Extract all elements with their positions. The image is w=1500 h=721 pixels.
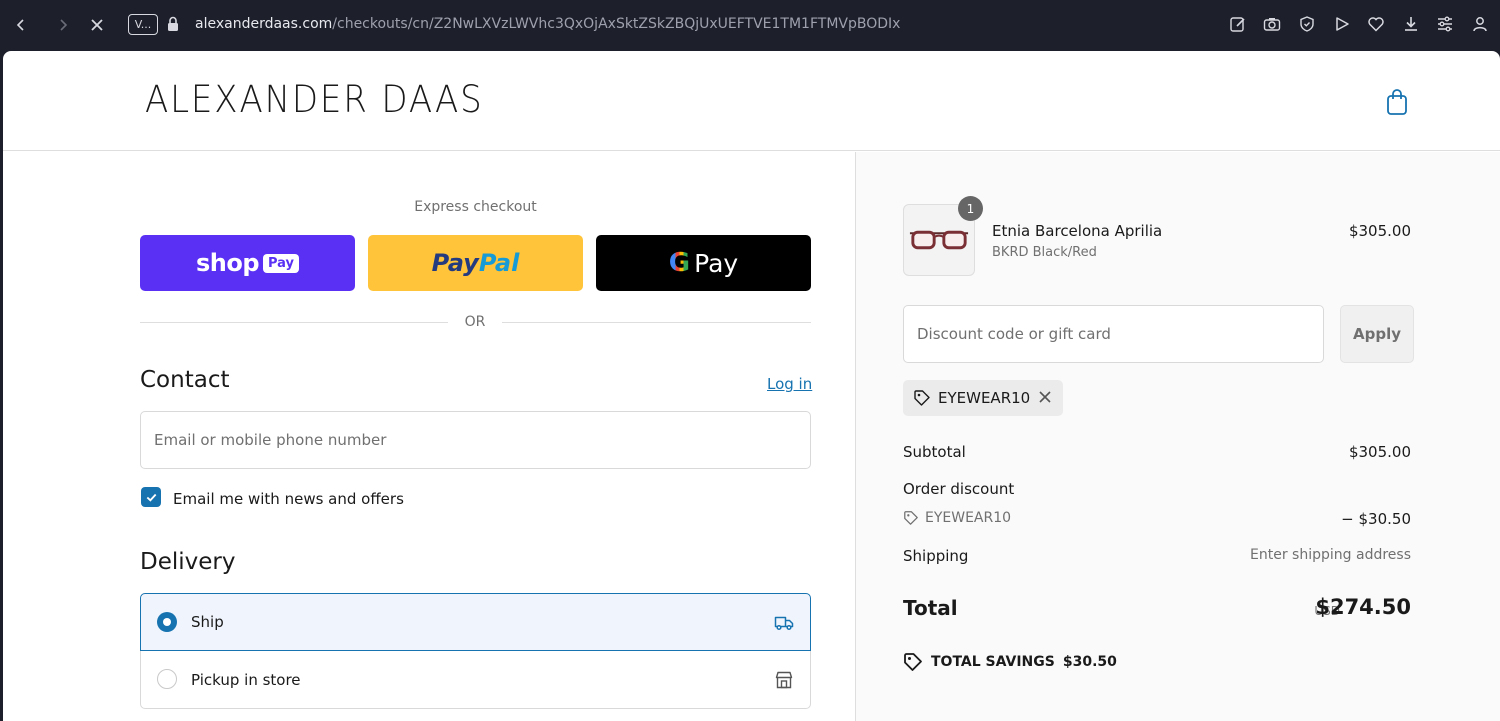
checkout-page: ALEXANDER DAAS Express checkout shop Pay … [3,51,1500,721]
newsletter-checkbox[interactable] [141,487,161,507]
newsletter-label: Email me with news and offers [173,490,404,508]
lock-icon[interactable] [166,15,180,33]
divider-right [502,322,811,323]
ship-radio[interactable] [157,612,177,632]
paypal-wordmark-part2: Pal [478,249,520,277]
checkout-main: Express checkout shop Pay Pay Pal G Pay OR … [3,152,855,721]
express-checkout-title: Express checkout [414,199,537,215]
menu-settings-icon[interactable] [1436,15,1454,33]
shipping-label: Shipping [903,547,969,565]
browser-toolbar: V... alexanderdaas.com/checkouts/cn/Z2Nw… [0,0,1500,50]
pickup-radio[interactable] [157,669,177,689]
product-variant: BKRD Black/Red [992,245,1097,260]
eyeglasses-image [909,230,969,250]
order-discount-code-text: EYEWEAR10 [925,510,1012,526]
pickup-label: Pickup in store [191,670,301,689]
order-summary: 1 Etnia Barcelona Aprilia BKRD Black/Red… [855,152,1500,721]
order-discount-code: EYEWEAR10 [903,510,1011,526]
forward-icon[interactable] [51,13,75,37]
ship-label: Ship [191,613,224,631]
savings-label: TOTAL SAVINGS [931,654,1055,670]
paypal-button[interactable]: Pay Pal [368,235,583,291]
subtotal-value: $305.00 [1348,443,1411,461]
or-divider-text: OR [464,314,486,330]
shipping-value: Enter shipping address [1250,547,1411,563]
back-icon[interactable] [9,13,33,37]
total-value: $274.50 [1315,595,1411,619]
shop-pay-wordmark: shop [195,249,260,277]
product-price: $305.00 [1348,222,1411,240]
email-field[interactable]: Email or mobile phone number [140,411,811,469]
paypal-wordmark-part1: Pay [431,249,479,277]
remove-discount-icon[interactable] [1037,389,1053,405]
url-path: /checkouts/cn/Z2NwLXVzLWVhc3QxOjAxSktZSk… [332,16,901,32]
tag-icon [904,511,918,525]
shop-pay-button[interactable]: shop Pay [140,235,355,291]
quantity-badge: 1 [958,196,983,221]
delivery-option-pickup[interactable]: Pickup in store [140,651,811,709]
total-label: Total [903,596,958,620]
play-icon[interactable] [1333,15,1351,33]
total-savings: TOTAL SAVINGS $30.50 [903,652,1117,672]
applied-discount-code: EYEWEAR10 [938,389,1031,407]
store-icon [775,671,793,689]
brand-logo[interactable]: ALEXANDER DAAS [145,78,484,121]
divider-left [140,322,448,323]
shopping-bag-icon[interactable] [1385,88,1409,116]
download-icon[interactable] [1402,15,1420,33]
login-link[interactable]: Log in [767,375,812,393]
google-pay-button[interactable]: G Pay [596,235,811,291]
google-pay-label: Pay [694,248,739,278]
site-info-badge[interactable]: V... [128,14,158,35]
savings-tag-icon [904,653,922,671]
shield-icon[interactable] [1298,15,1316,33]
tag-icon [914,390,930,406]
delivery-option-ship[interactable]: Ship [140,593,811,651]
contact-heading: Contact [140,367,230,393]
discount-amount: − $30.50 [1341,510,1411,528]
savings-value: $30.50 [1062,654,1117,670]
apply-discount-button[interactable]: Apply [1340,305,1414,363]
url-host: alexanderdaas.com [195,16,333,32]
camera-icon[interactable] [1263,15,1281,33]
delivery-heading: Delivery [140,549,236,575]
profile-icon[interactable] [1471,15,1489,33]
edit-icon[interactable] [1229,15,1247,33]
applied-discount-chip: EYEWEAR10 [903,380,1063,416]
checkout-header: ALEXANDER DAAS [3,51,1500,151]
heart-icon[interactable] [1367,15,1385,33]
subtotal-label: Subtotal [903,443,966,461]
order-discount-label: Order discount [903,480,1015,498]
stop-loading-icon[interactable] [85,13,109,37]
google-g-icon: G [668,248,691,278]
discount-code-field[interactable]: Discount code or gift card [903,305,1324,363]
address-bar[interactable]: alexanderdaas.com/checkouts/cn/Z2NwLXVzL… [195,16,900,32]
truck-icon [774,616,794,631]
shop-pay-pill: Pay [263,253,300,273]
product-name: Etnia Barcelona Aprilia [992,222,1163,240]
